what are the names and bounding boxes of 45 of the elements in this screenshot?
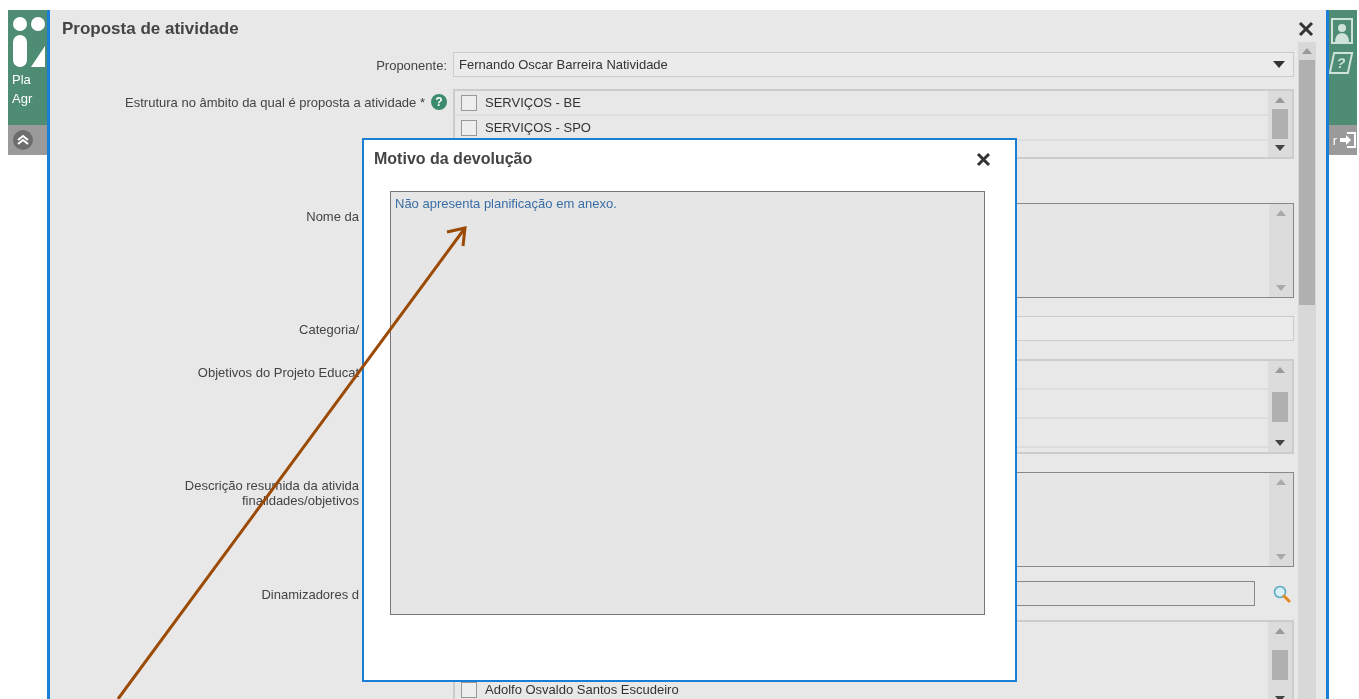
scroll-up-icon[interactable]	[1275, 97, 1285, 103]
collapse-icon[interactable]	[12, 129, 34, 151]
field-label: Dinamizadores d	[261, 587, 359, 602]
scrollbar[interactable]	[1269, 204, 1293, 297]
scroll-thumb[interactable]	[1272, 650, 1288, 680]
field-label: Estrutura no âmbito da qual é proposta a atividade *	[125, 95, 425, 110]
checkbox[interactable]	[461, 94, 477, 111]
list-item[interactable]: SERVIÇOS - SPO	[485, 120, 591, 135]
user-icon[interactable]	[1331, 18, 1353, 44]
caret-icon	[1273, 61, 1285, 68]
scroll-up-icon[interactable]	[1302, 48, 1312, 54]
scroll-down-icon[interactable]	[1275, 145, 1285, 151]
scroll-up-icon[interactable]	[1276, 479, 1286, 485]
scroll-up-icon[interactable]	[1275, 628, 1285, 634]
search-icon[interactable]	[1273, 584, 1291, 603]
logout-icon[interactable]	[1339, 131, 1357, 149]
scroll-thumb[interactable]	[1272, 109, 1288, 139]
scroll-down-icon[interactable]	[1275, 440, 1285, 446]
toolbar-label: r	[1332, 132, 1337, 148]
dialog-title: Motivo da devolução	[374, 150, 533, 168]
scroll-thumb[interactable]	[1272, 391, 1288, 422]
list-item[interactable]: Adolfo Osvaldo Santos Escudeiro	[485, 682, 679, 697]
scroll-up-icon[interactable]	[1276, 210, 1286, 216]
dialog-title: Proposta de atividade	[62, 19, 239, 39]
help-icon[interactable]: ?	[431, 94, 447, 110]
scrollbar[interactable]	[1298, 42, 1316, 699]
field-label: Nome da	[306, 209, 359, 224]
close-icon[interactable]	[976, 151, 991, 167]
scrollbar[interactable]	[1269, 473, 1293, 566]
scrollbar[interactable]	[1268, 91, 1292, 157]
field-label: Proponente:	[376, 58, 447, 73]
scrollbar[interactable]	[1268, 361, 1292, 452]
dropdown[interactable]: Fernando Oscar Barreira Natividade	[453, 52, 1294, 77]
field-label: Categoria/	[299, 322, 359, 337]
scroll-up-icon[interactable]	[1275, 367, 1285, 373]
checkbox[interactable]	[461, 119, 477, 136]
list-item[interactable]: SERVIÇOS - BE	[485, 95, 581, 110]
scrollbar[interactable]	[1268, 622, 1292, 699]
menu-item[interactable]: Agr	[12, 91, 46, 106]
logo-icon	[12, 16, 46, 68]
scroll-thumb[interactable]	[1299, 60, 1315, 305]
menu-item[interactable]: Pla	[12, 72, 46, 87]
close-icon[interactable]	[1298, 21, 1314, 37]
field-label: Objetivos do Projeto Educat	[197, 365, 359, 380]
reason-text-area[interactable]: Não apresenta planificação em anexo.	[390, 191, 985, 615]
